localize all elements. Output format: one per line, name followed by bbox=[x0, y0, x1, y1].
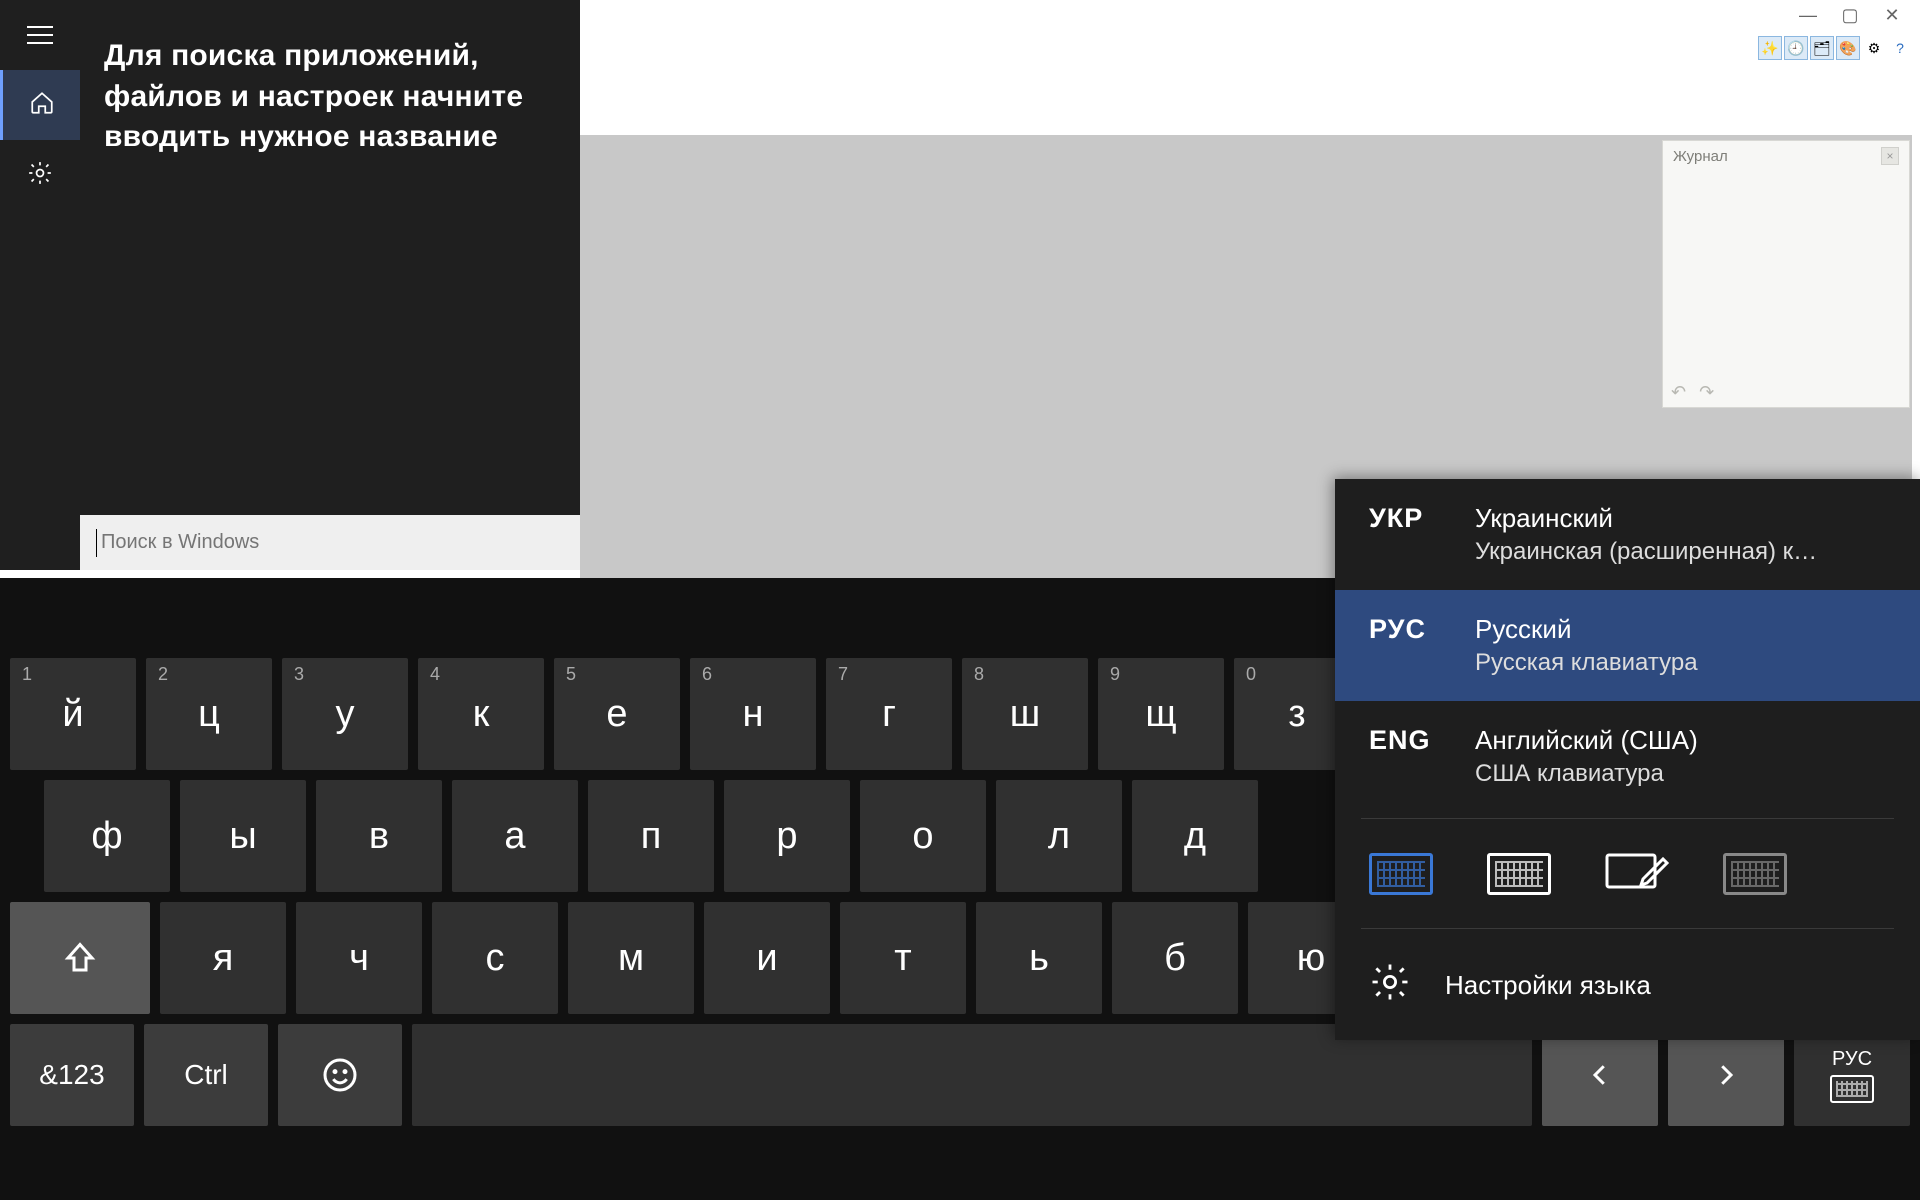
key-в[interactable]: в bbox=[316, 780, 442, 892]
language-name: Английский (США) bbox=[1475, 725, 1698, 756]
language-abbr: РУС bbox=[1369, 614, 1441, 645]
key-ф[interactable]: ф bbox=[44, 780, 170, 892]
key-т[interactable]: т bbox=[840, 902, 966, 1014]
key-и[interactable]: и bbox=[704, 902, 830, 1014]
language-layout: США клавиатура bbox=[1475, 760, 1698, 788]
language-switch-label: РУС bbox=[1832, 1048, 1872, 1071]
key-м[interactable]: м bbox=[568, 902, 694, 1014]
language-layout: Русская клавиатура bbox=[1475, 649, 1698, 677]
separator bbox=[1361, 818, 1894, 819]
minimize-button[interactable]: — bbox=[1798, 5, 1818, 26]
key-е[interactable]: 5е bbox=[554, 658, 680, 770]
tool-colorwheel-icon[interactable]: 🎨 bbox=[1836, 36, 1860, 60]
settings-button[interactable] bbox=[0, 140, 80, 210]
shift-key[interactable] bbox=[10, 902, 150, 1014]
window-titlebar: — ▢ ✕ bbox=[1798, 0, 1920, 30]
key-а[interactable]: а bbox=[452, 780, 578, 892]
key-о[interactable]: о bbox=[860, 780, 986, 892]
key-г[interactable]: 7г bbox=[826, 658, 952, 770]
key-с[interactable]: с bbox=[432, 902, 558, 1014]
keyboard-layout-handwriting-icon[interactable] bbox=[1605, 849, 1669, 898]
tool-settings-icon[interactable]: ⚙ bbox=[1862, 36, 1886, 60]
history-panel-title: Журнал bbox=[1673, 148, 1728, 165]
language-option-eng[interactable]: ENG Английский (США) США клавиатура bbox=[1335, 701, 1920, 812]
language-layout: Украинская (расширенная) к… bbox=[1475, 538, 1817, 566]
keyboard-icon bbox=[1830, 1075, 1874, 1103]
tool-magic-wand-icon[interactable]: ✨ bbox=[1758, 36, 1782, 60]
gear-icon bbox=[27, 160, 53, 191]
key-л[interactable]: л bbox=[996, 780, 1122, 892]
app-toolbar: ✨ 🕘 🗂 🎨 ⚙ ? bbox=[1758, 36, 1912, 60]
keyboard-layout-split-icon[interactable] bbox=[1487, 853, 1551, 895]
ctrl-key[interactable]: Ctrl bbox=[144, 1024, 268, 1126]
key-ц[interactable]: 2ц bbox=[146, 658, 272, 770]
gear-icon bbox=[1369, 961, 1411, 1010]
home-icon bbox=[29, 90, 55, 121]
tool-clock-icon[interactable]: 🕘 bbox=[1784, 36, 1808, 60]
separator bbox=[1361, 928, 1894, 929]
start-search-panel: Для поиска приложений, файлов и настроек… bbox=[0, 0, 580, 570]
key-ч[interactable]: ч bbox=[296, 902, 422, 1014]
language-name: Украинский bbox=[1475, 503, 1817, 534]
key-у[interactable]: 3у bbox=[282, 658, 408, 770]
hamburger-button[interactable] bbox=[0, 0, 80, 70]
language-name: Русский bbox=[1475, 614, 1698, 645]
search-box[interactable] bbox=[80, 515, 580, 570]
history-undo-redo[interactable]: ↶ ↷ bbox=[1671, 382, 1718, 403]
hamburger-icon bbox=[27, 26, 53, 44]
key-н[interactable]: 6н bbox=[690, 658, 816, 770]
key-б[interactable]: б bbox=[1112, 902, 1238, 1014]
tool-layers-icon[interactable]: 🗂 bbox=[1810, 36, 1834, 60]
language-picker-popup: УКР Украинский Украинская (расширенная) к…… bbox=[1335, 479, 1920, 1040]
keyboard-layout-docked-icon[interactable] bbox=[1723, 853, 1787, 895]
home-button[interactable] bbox=[0, 70, 80, 140]
key-п[interactable]: п bbox=[588, 780, 714, 892]
symbols-key[interactable]: &123 bbox=[10, 1024, 134, 1126]
language-option-рус[interactable]: РУС Русский Русская клавиатура bbox=[1335, 590, 1920, 701]
key-ы[interactable]: ы bbox=[180, 780, 306, 892]
text-caret bbox=[96, 529, 97, 557]
language-abbr: ENG bbox=[1369, 725, 1441, 756]
history-panel-close-icon[interactable]: × bbox=[1881, 147, 1899, 165]
key-ь[interactable]: ь bbox=[976, 902, 1102, 1014]
key-щ[interactable]: 9щ bbox=[1098, 658, 1224, 770]
search-input[interactable] bbox=[101, 531, 564, 554]
search-hint-text: Для поиска приложений, файлов и настроек… bbox=[80, 0, 580, 158]
key-й[interactable]: 1й bbox=[10, 658, 136, 770]
keyboard-layout-options bbox=[1335, 825, 1920, 922]
key-р[interactable]: р bbox=[724, 780, 850, 892]
key-д[interactable]: д bbox=[1132, 780, 1258, 892]
history-panel: Журнал × ↶ ↷ bbox=[1662, 140, 1910, 408]
language-option-укр[interactable]: УКР Украинский Украинская (расширенная) к… bbox=[1335, 479, 1920, 590]
start-sidebar bbox=[0, 0, 80, 570]
language-settings-label: Настройки языка bbox=[1445, 970, 1651, 1001]
key-к[interactable]: 4к bbox=[418, 658, 544, 770]
maximize-button[interactable]: ▢ bbox=[1840, 5, 1860, 26]
language-abbr: УКР bbox=[1369, 503, 1441, 534]
keyboard-layout-default-icon[interactable] bbox=[1369, 853, 1433, 895]
key-ш[interactable]: 8ш bbox=[962, 658, 1088, 770]
close-button[interactable]: ✕ bbox=[1882, 5, 1902, 26]
emoji-key[interactable] bbox=[278, 1024, 402, 1126]
language-settings-item[interactable]: Настройки языка bbox=[1335, 935, 1920, 1040]
tool-help-icon[interactable]: ? bbox=[1888, 36, 1912, 60]
key-я[interactable]: я bbox=[160, 902, 286, 1014]
